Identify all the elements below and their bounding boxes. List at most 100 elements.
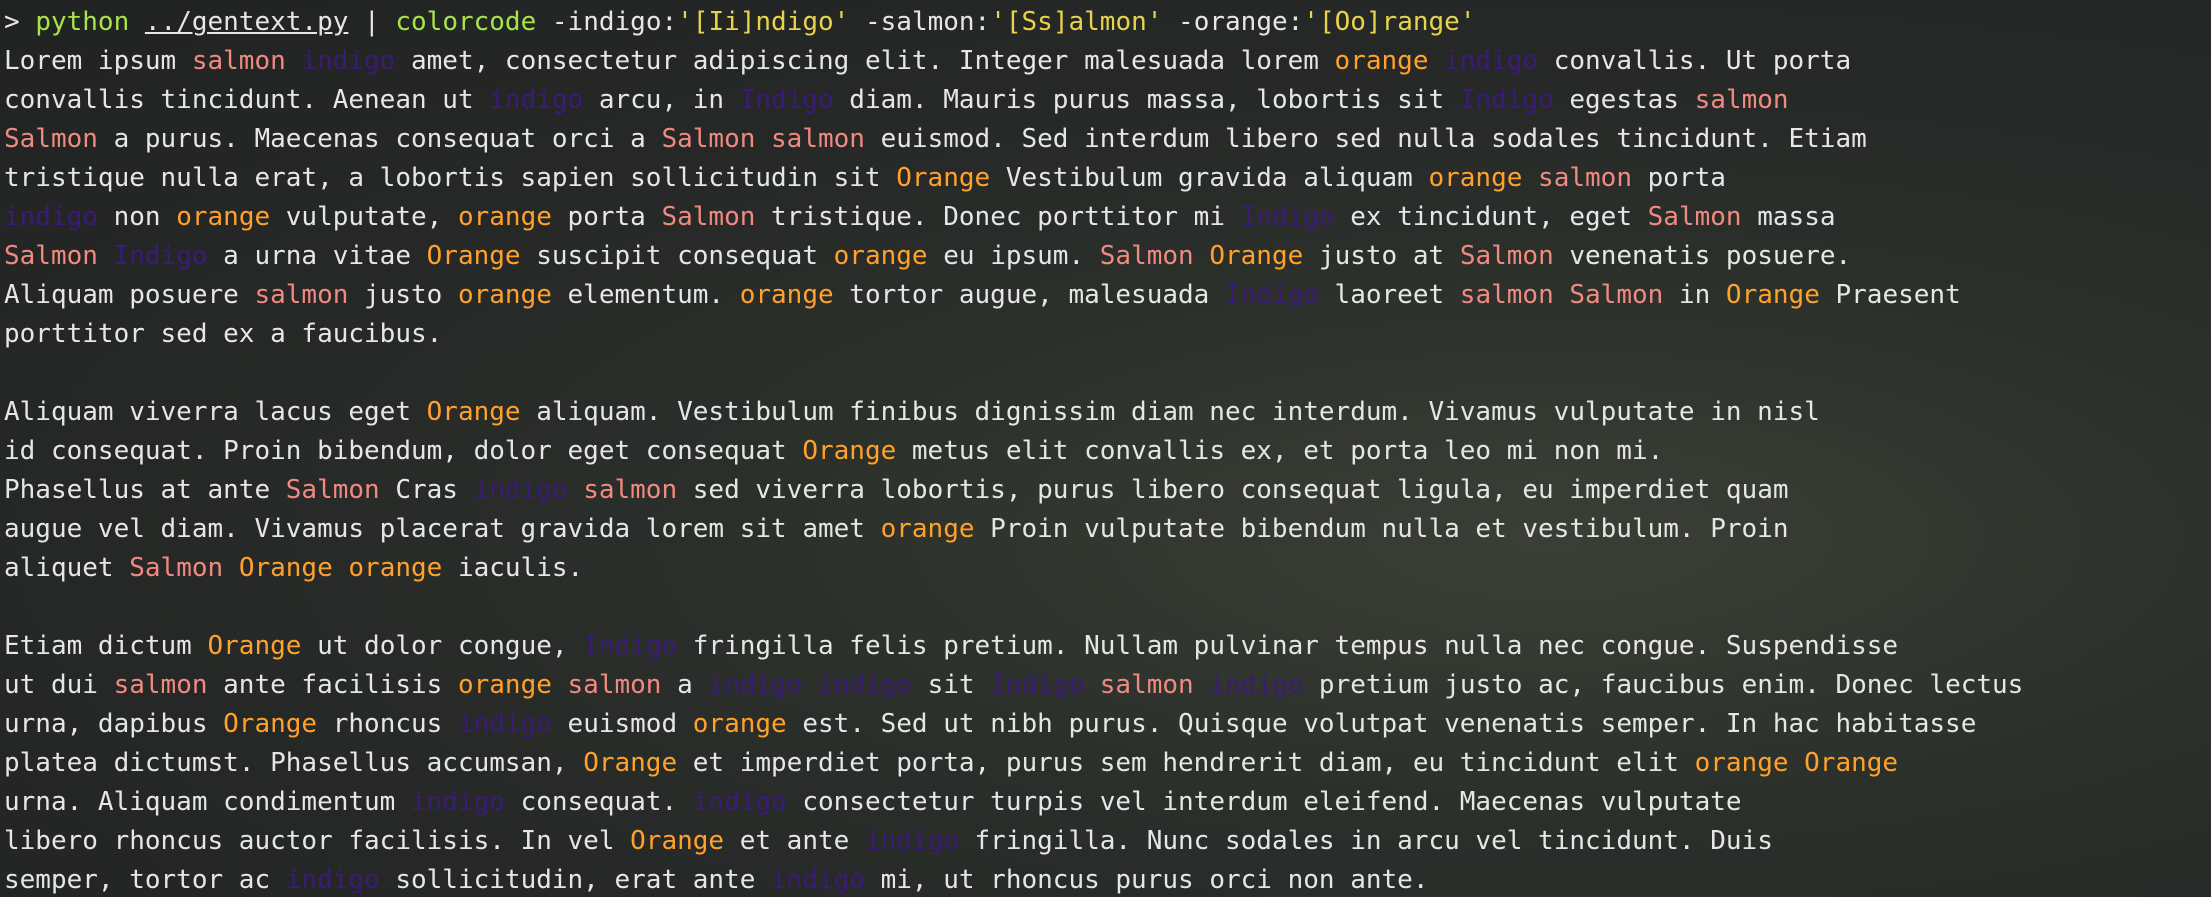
text-segment: iaculis. [442, 553, 584, 583]
pattern-string: '[Ii]ndigo' [677, 7, 850, 37]
text-segment: tristique nulla erat, a lobortis sapien … [4, 163, 897, 193]
text-segment: platea dictumst. Phasellus accumsan, [4, 748, 584, 778]
text-segment: porttitor sed ex a faucibus. [4, 319, 443, 349]
text-segment: non [97, 202, 177, 232]
text-segment [755, 124, 771, 154]
text-segment [223, 553, 239, 583]
highlight-indigo: Indigo [113, 241, 208, 271]
highlight-indigo: indigo [473, 475, 568, 505]
highlight-salmon: Salmon [661, 202, 756, 232]
text-segment: porta [551, 202, 662, 232]
output-line [4, 354, 2211, 393]
highlight-indigo: indigo [818, 670, 912, 700]
highlight-orange: Orange [426, 241, 521, 271]
command-line: > python ../gentext.py | colorcode -indi… [4, 3, 2211, 42]
text-segment: consectetur turpis vel interdum eleifend… [786, 787, 1742, 817]
text-segment: sit [911, 670, 991, 700]
text-segment: aliquet [4, 553, 130, 583]
highlight-salmon: Salmon [129, 553, 224, 583]
text-segment [1554, 280, 1570, 310]
text-segment: convallis. Ut porta [1538, 46, 1852, 76]
text-segment [286, 46, 302, 76]
highlight-indigo: indigo [692, 787, 787, 817]
text-segment: ut dui [4, 670, 114, 700]
text-segment: libero rhoncus auctor facilisis. In vel [4, 826, 631, 856]
highlight-salmon: salmon [254, 280, 349, 310]
highlight-indigo: indigo [1209, 670, 1304, 700]
highlight-orange: orange [457, 670, 552, 700]
output-line: porttitor sed ex a faucibus. [4, 315, 2211, 354]
output-line: Aliquam posuere salmon justo orange elem… [4, 276, 2211, 315]
output-line: augue vel diam. Vivamus placerat gravida… [4, 510, 2211, 549]
highlight-indigo: Indigo [583, 631, 678, 661]
text-segment: tortor augue, malesuada [833, 280, 1225, 310]
text-segment: id consequat. Proin bibendum, dolor eget… [4, 436, 803, 466]
text-segment: ante facilisis [207, 670, 458, 700]
highlight-salmon: salmon [113, 670, 208, 700]
text-segment: egestas [1553, 85, 1695, 115]
highlight-orange: Orange [426, 397, 521, 427]
text-segment: a [661, 670, 709, 700]
output-line [4, 588, 2211, 627]
highlight-orange: orange [833, 241, 928, 271]
highlight-salmon: Salmon [285, 475, 380, 505]
text-segment: justo at [1303, 241, 1460, 271]
text-segment: et imperdiet porta, purus sem hendrerit … [677, 748, 1695, 778]
highlight-salmon: salmon [771, 124, 865, 154]
text-segment [98, 241, 114, 271]
output-line: convallis tincidunt. Aenean ut indigo ar… [4, 81, 2211, 120]
highlight-salmon: Salmon [1569, 280, 1664, 310]
highlight-indigo: indigo [1444, 46, 1539, 76]
text-segment: convallis tincidunt. Aenean ut [4, 85, 490, 115]
output-line: aliquet Salmon Orange orange iaculis. [4, 549, 2211, 588]
highlight-orange: orange [348, 553, 443, 583]
text-segment: est. Sed ut nibh purus. Quisque volutpat… [786, 709, 1977, 739]
highlight-salmon: salmon [567, 670, 662, 700]
highlight-indigo: Indigo [1240, 202, 1335, 232]
highlight-indigo: Indigo [990, 670, 1085, 700]
highlight-indigo: indigo [864, 826, 959, 856]
highlight-indigo: indigo [4, 202, 98, 232]
highlight-orange: Orange [630, 826, 725, 856]
text-segment: suscipit consequat [520, 241, 834, 271]
text-segment: fringilla. Nunc sodales in arcu vel tinc… [958, 826, 1773, 856]
highlight-salmon: salmon [1538, 163, 1632, 193]
text-segment: in [1663, 280, 1726, 310]
text-segment: Vestibulum gravida aliquam [990, 163, 1429, 193]
text-segment: consequat. [504, 787, 693, 817]
highlight-indigo: Indigo [1224, 280, 1319, 310]
text-segment: porta [1631, 163, 1726, 193]
highlight-indigo: indigo [457, 709, 552, 739]
highlight-indigo: indigo [285, 865, 380, 895]
highlight-salmon: salmon [1099, 670, 1194, 700]
text-segment: semper, tortor ac [4, 865, 286, 895]
output-line: Aliquam viverra lacus eget Orange aliqua… [4, 393, 2211, 432]
output-line: tristique nulla erat, a lobortis sapien … [4, 159, 2211, 198]
output-line: Lorem ipsum salmon indigo amet, consecte… [4, 42, 2211, 81]
text-segment: arcu, in [583, 85, 740, 115]
highlight-salmon: salmon [1459, 280, 1554, 310]
text-segment: urna. Aliquam condimentum [4, 787, 411, 817]
prompt-symbol: > [4, 7, 36, 37]
highlight-orange: Orange [1804, 748, 1899, 778]
text-segment: aliquam. Vestibulum finibus dignissim di… [520, 397, 1820, 427]
text-segment: metus elit convallis ex, et porta leo mi… [896, 436, 1664, 466]
text-segment: et ante [724, 826, 865, 856]
text-segment: amet, consectetur adipiscing elit. Integ… [395, 46, 1335, 76]
terminal-output[interactable]: > python ../gentext.py | colorcode -indi… [0, 0, 2211, 897]
text-segment: massa [1741, 202, 1836, 232]
text-segment [1789, 748, 1805, 778]
text-segment: ut dolor congue, [301, 631, 584, 661]
highlight-indigo: indigo [771, 865, 865, 895]
text-segment: pretium justo ac, faucibus enim. Donec l… [1303, 670, 2024, 700]
pattern-string: '[Oo]range' [1303, 7, 1476, 37]
output-line: urna, dapibus Orange rhoncus indigo euis… [4, 705, 2211, 744]
highlight-orange: Orange [896, 163, 991, 193]
text-segment: tristique. Donec porttitor mi [755, 202, 1241, 232]
text-segment [4, 358, 20, 388]
highlight-orange: orange [739, 280, 834, 310]
highlight-orange: Orange [802, 436, 897, 466]
highlight-orange: orange [457, 202, 552, 232]
text-segment [552, 670, 568, 700]
highlight-orange: Orange [223, 709, 318, 739]
